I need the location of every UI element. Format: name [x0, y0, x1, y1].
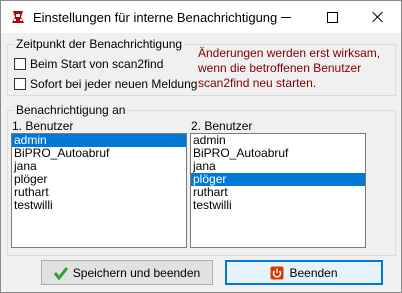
- window-title: Einstellungen für interne Benachrichtigu…: [33, 10, 278, 25]
- minimize-button[interactable]: [263, 1, 309, 33]
- close-icon: [372, 11, 384, 23]
- user2-listbox[interactable]: admin BiPRO_Autoabruf jana plöger ruthart tes…: [190, 133, 366, 248]
- maximize-button[interactable]: [309, 1, 355, 33]
- checkmark-icon: [53, 266, 68, 280]
- app-icon: [10, 9, 26, 25]
- user1-item[interactable]: testwilli: [12, 199, 186, 212]
- restart-note: Änderungen werden erst wirksam, wenn die…: [198, 46, 381, 90]
- start-checkbox-box[interactable]: [14, 58, 26, 70]
- user1-listbox[interactable]: admin BiPRO_Autoabruf jana plöger ruthart tes…: [11, 133, 187, 248]
- title-bar[interactable]: Einstellungen für interne Benachrichtigu…: [1, 1, 401, 33]
- user2-item[interactable]: BiPRO_Autoabruf: [191, 147, 365, 160]
- start-checkbox[interactable]: Beim Start von scan2find: [14, 57, 163, 71]
- exit-button[interactable]: Beenden: [225, 260, 383, 285]
- notification-time-group: Zeitpunkt der Benachrichtigung Beim Star…: [7, 37, 396, 96]
- user2-item[interactable]: testwilli: [191, 199, 365, 212]
- power-icon: [270, 266, 284, 279]
- save-and-exit-label: Speichern und beenden: [72, 265, 201, 280]
- dialog-window: Einstellungen für interne Benachrichtigu…: [0, 0, 402, 293]
- user1-item[interactable]: BiPRO_Autoabruf: [12, 147, 186, 160]
- notify-recipients-legend: Benachrichtigung an: [14, 103, 128, 117]
- each-message-checkbox-box[interactable]: [14, 78, 26, 90]
- user1-label: 1. Benutzer: [12, 119, 74, 133]
- each-message-checkbox-label: Sofort bei jeder neuen Meldung: [30, 77, 198, 91]
- minimize-icon: [281, 16, 291, 18]
- notify-recipients-group: Benachrichtigung an 1. Benutzer admin BiP…: [7, 103, 396, 256]
- each-message-checkbox[interactable]: Sofort bei jeder neuen Meldung: [14, 77, 197, 91]
- save-and-exit-button[interactable]: Speichern und beenden: [41, 260, 213, 285]
- notification-time-legend: Zeitpunkt der Benachrichtigung: [14, 37, 185, 51]
- start-checkbox-label: Beim Start von scan2find: [30, 57, 164, 71]
- maximize-icon: [326, 11, 338, 23]
- close-button[interactable]: [355, 1, 401, 33]
- exit-label: Beenden: [289, 265, 338, 280]
- user2-label: 2. Benutzer: [191, 119, 253, 133]
